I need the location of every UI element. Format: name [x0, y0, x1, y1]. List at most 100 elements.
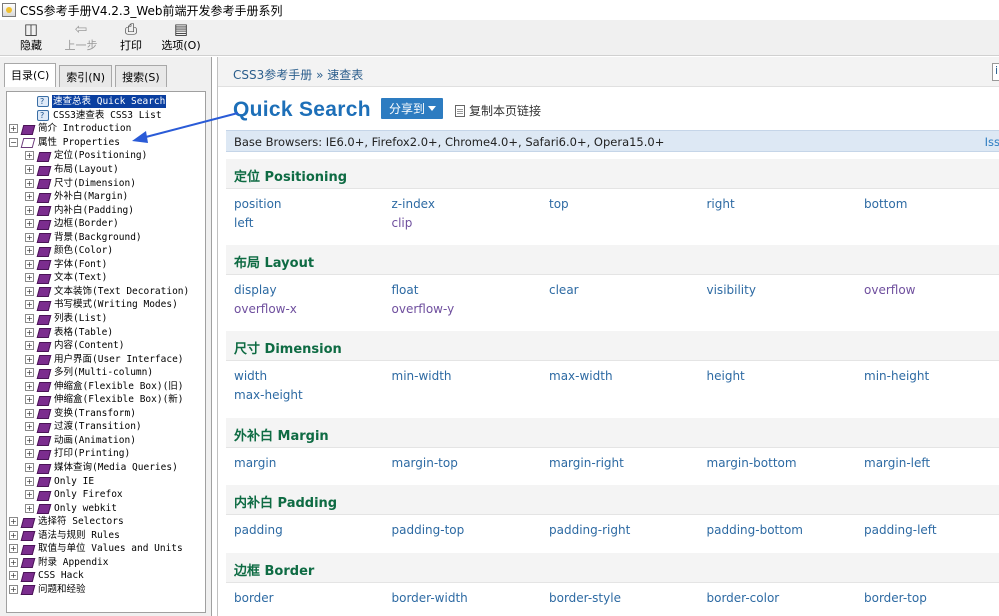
- breadcrumb-text[interactable]: CSS3参考手册 » 速查表: [233, 68, 363, 82]
- expand-icon[interactable]: +: [25, 259, 34, 269]
- expand-icon[interactable]: +: [25, 341, 34, 351]
- property-link[interactable]: visibility: [707, 283, 865, 298]
- tree-item[interactable]: + 布局(Layout): [7, 163, 205, 177]
- property-link[interactable]: max-width: [549, 369, 707, 384]
- print-button[interactable]: ⎙ 打印: [106, 20, 156, 54]
- expand-icon[interactable]: +: [25, 205, 34, 215]
- tree-item[interactable]: + Only webkit: [7, 501, 205, 515]
- expand-icon[interactable]: +: [25, 381, 34, 391]
- tree-item[interactable]: + 内容(Content): [7, 339, 205, 353]
- property-link[interactable]: float: [392, 283, 550, 298]
- copy-link-button[interactable]: 复制本页链接: [455, 102, 541, 119]
- tree-item[interactable]: + 文本(Text): [7, 271, 205, 285]
- expand-icon[interactable]: +: [25, 273, 34, 283]
- tree-item[interactable]: + 颜色(Color): [7, 244, 205, 258]
- tree-item[interactable]: + 字体(Font): [7, 258, 205, 272]
- property-link[interactable]: margin-top: [392, 456, 550, 471]
- property-link[interactable]: padding: [234, 523, 392, 538]
- expand-icon[interactable]: +: [25, 408, 34, 418]
- tree-item[interactable]: + 伸缩盒(Flexible Box)(旧): [7, 379, 205, 393]
- property-link[interactable]: overflow-x: [234, 302, 392, 317]
- tree-item[interactable]: + 边框(Border): [7, 217, 205, 231]
- contents-tree[interactable]: 速查总表 Quick SearchCSS3速查表 CSS3 List + 简介 In…: [6, 91, 206, 613]
- back-button[interactable]: ⇦ 上一步: [56, 20, 106, 54]
- property-link[interactable]: border-color: [707, 591, 865, 606]
- property-link[interactable]: bottom: [864, 197, 999, 212]
- property-link[interactable]: width: [234, 369, 392, 384]
- tree-item[interactable]: + 内补白(Padding): [7, 203, 205, 217]
- property-link[interactable]: margin-right: [549, 456, 707, 471]
- property-link[interactable]: padding-left: [864, 523, 999, 538]
- tree-item[interactable]: + 附录 Appendix: [7, 556, 205, 570]
- property-link[interactable]: position: [234, 197, 392, 212]
- property-link[interactable]: padding-right: [549, 523, 707, 538]
- tree-item[interactable]: + 列表(List): [7, 312, 205, 326]
- expand-icon[interactable]: +: [25, 192, 34, 202]
- expand-icon[interactable]: +: [25, 503, 34, 513]
- property-link[interactable]: left: [234, 216, 392, 231]
- tree-item[interactable]: + 伸缩盒(Flexible Box)(新): [7, 393, 205, 407]
- property-link[interactable]: overflow-y: [392, 302, 550, 317]
- expand-icon[interactable]: +: [25, 327, 34, 337]
- expand-icon[interactable]: +: [25, 151, 34, 161]
- property-link[interactable]: margin-left: [864, 456, 999, 471]
- expand-icon[interactable]: +: [25, 286, 34, 296]
- expand-icon[interactable]: +: [25, 368, 34, 378]
- expand-icon[interactable]: +: [25, 165, 34, 174]
- options-button[interactable]: ▤ 选项(O): [156, 20, 206, 54]
- collapse-icon[interactable]: −: [9, 137, 18, 147]
- property-link[interactable]: padding-top: [392, 523, 550, 538]
- tree-item[interactable]: CSS3速查表 CSS3 List: [7, 109, 205, 123]
- tree-item[interactable]: + 背景(Background): [7, 230, 205, 244]
- expand-icon[interactable]: +: [25, 219, 34, 229]
- property-link[interactable]: display: [234, 283, 392, 298]
- property-link[interactable]: border-top: [864, 591, 999, 606]
- scroll-edge-control[interactable]: i: [992, 63, 999, 81]
- expand-icon[interactable]: +: [9, 584, 18, 594]
- expand-icon[interactable]: +: [9, 571, 18, 581]
- expand-icon[interactable]: +: [25, 476, 34, 486]
- tree-item[interactable]: + 尺寸(Dimension): [7, 176, 205, 190]
- tree-item[interactable]: 速查总表 Quick Search: [7, 95, 205, 109]
- property-link[interactable]: z-index: [392, 197, 550, 212]
- expand-icon[interactable]: +: [25, 178, 34, 188]
- tree-item[interactable]: + 问题和经验: [7, 583, 205, 597]
- tree-item[interactable]: + Only IE: [7, 474, 205, 488]
- expand-icon[interactable]: +: [25, 422, 34, 432]
- property-link[interactable]: margin: [234, 456, 392, 471]
- expand-icon[interactable]: +: [25, 435, 34, 445]
- property-link[interactable]: border-width: [392, 591, 550, 606]
- tree-item[interactable]: + Only Firefox: [7, 488, 205, 502]
- property-link[interactable]: min-height: [864, 369, 999, 384]
- tree-item[interactable]: + 多列(Multi-column): [7, 366, 205, 380]
- expand-icon[interactable]: +: [25, 463, 34, 473]
- tree-item[interactable]: + 过渡(Transition): [7, 420, 205, 434]
- tree-item[interactable]: + 取值与单位 Values and Units: [7, 542, 205, 556]
- expand-icon[interactable]: +: [25, 232, 34, 242]
- property-link[interactable]: margin-bottom: [707, 456, 865, 471]
- hide-button[interactable]: ◫ 隐藏: [6, 20, 56, 54]
- tree-item[interactable]: + 文本装饰(Text Decoration): [7, 285, 205, 299]
- tree-item[interactable]: + CSS Hack: [7, 569, 205, 583]
- share-button[interactable]: 分享到: [381, 98, 443, 119]
- tree-item[interactable]: + 打印(Printing): [7, 447, 205, 461]
- tree-item[interactable]: + 动画(Animation): [7, 434, 205, 448]
- tab-index[interactable]: 索引(N): [59, 65, 113, 87]
- tree-item[interactable]: + 表格(Table): [7, 325, 205, 339]
- tree-item[interactable]: + 外补白(Margin): [7, 190, 205, 204]
- tree-item[interactable]: + 选择符 Selectors: [7, 515, 205, 529]
- tree-item[interactable]: + 书写模式(Writing Modes): [7, 298, 205, 312]
- property-link[interactable]: max-height: [234, 388, 392, 403]
- expand-icon[interactable]: +: [25, 490, 34, 500]
- tree-item[interactable]: + 定位(Positioning): [7, 149, 205, 163]
- property-link[interactable]: min-width: [392, 369, 550, 384]
- property-link[interactable]: right: [707, 197, 865, 212]
- expand-icon[interactable]: +: [25, 395, 34, 405]
- tree-item[interactable]: + 语法与规则 Rules: [7, 529, 205, 543]
- tree-item[interactable]: − 属性 Properties: [7, 136, 205, 150]
- expand-icon[interactable]: +: [9, 557, 18, 567]
- property-link[interactable]: clear: [549, 283, 707, 298]
- expand-icon[interactable]: +: [25, 449, 34, 459]
- property-link[interactable]: top: [549, 197, 707, 212]
- expand-icon[interactable]: +: [25, 300, 34, 310]
